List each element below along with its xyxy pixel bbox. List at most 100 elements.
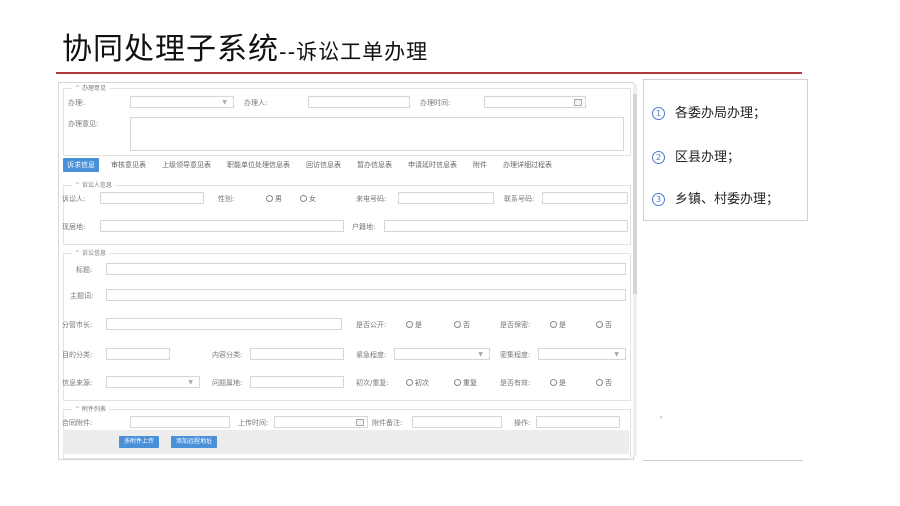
valid-yes-radio[interactable]: 是 [550, 378, 566, 388]
add-link-button[interactable]: 添加远程地址 [171, 436, 218, 448]
upload-time-input[interactable] [274, 416, 368, 428]
radio-icon [596, 379, 603, 386]
confidential-select[interactable]: ▼ [538, 348, 626, 360]
right-divider [643, 460, 803, 461]
ticket-form-panel: ^ 办理意见 办理: ▼ 办理人: 办理时间: 办理意见: 诉求信息 审核意见表 上级… [58, 82, 634, 460]
tab-unit-processing[interactable]: 职能单位处理信息表 [223, 158, 294, 172]
contact-phone-input[interactable] [542, 192, 628, 204]
subject-input[interactable] [106, 289, 626, 301]
form-scrollbar[interactable] [633, 84, 637, 456]
household-label: 户籍地: [352, 223, 376, 231]
radio-icon [454, 379, 461, 386]
secret-yes-radio[interactable]: 是 [550, 320, 566, 330]
gender-label: 性别: [218, 195, 235, 203]
slide-title-main: 协同处理子系统 [62, 32, 279, 67]
valid-label: 是否有效: [500, 379, 531, 387]
collapse-icon[interactable]: ^ [75, 182, 80, 189]
remark-label: 附件备注: [372, 419, 403, 427]
valid-no-radio[interactable]: 否 [596, 378, 612, 388]
opinion-textarea[interactable] [130, 117, 624, 151]
first-radio[interactable]: 初次 [406, 378, 429, 388]
tab-request-info[interactable]: 诉求信息 [63, 158, 99, 172]
radio-icon [300, 195, 307, 202]
handler-input[interactable] [308, 96, 410, 108]
chevron-down-icon: ▼ [478, 351, 483, 358]
circled-three-icon: 3 [652, 193, 665, 206]
urgency-select[interactable]: ▼ [394, 348, 490, 360]
mayor-label: 分管市长: [62, 321, 93, 329]
content-input[interactable] [250, 348, 344, 360]
repeat-radio[interactable]: 重复 [454, 378, 477, 388]
litigant-legend: ^ 诉讼人信息 [72, 180, 116, 189]
content-label: 内容分类: [212, 351, 243, 359]
radio-icon [454, 321, 461, 328]
urgency-label: 紧急程度: [356, 351, 387, 359]
secret-no-radio[interactable]: 否 [596, 320, 612, 330]
complaint-title-input[interactable] [106, 263, 626, 275]
public-yes-radio[interactable]: 是 [406, 320, 422, 330]
handle-label: 办理: [68, 99, 85, 107]
mayor-input[interactable] [106, 318, 342, 330]
cursor-mark-icon: ʿ [660, 416, 663, 426]
location-input[interactable] [250, 376, 344, 388]
upload-time-label: 上传时间: [238, 419, 269, 427]
tab-extension-info[interactable]: 申请延时信息表 [404, 158, 461, 172]
tab-attachments[interactable]: 附件 [469, 158, 491, 172]
slide-title-sub: --诉讼工单办理 [279, 40, 429, 64]
chevron-down-icon: ▼ [188, 379, 193, 386]
operation-input[interactable] [536, 416, 620, 428]
collapse-icon[interactable]: ^ [75, 85, 80, 92]
collapse-icon[interactable]: ^ [75, 250, 80, 257]
subject-label: 主题词: [70, 292, 94, 300]
calendar-icon[interactable] [574, 99, 582, 106]
opinion-label: 办理意见: [68, 120, 99, 128]
chevron-down-icon: ▼ [222, 99, 227, 106]
first-repeat-label: 初次/重复: [356, 379, 389, 387]
level-item: 2 区县办理； [652, 146, 740, 165]
complaint-fieldset: ^ 诉讼信息 标题: 主题词: 分管市长: 是否公开: 是 否 是否保密: 是 否… [62, 248, 631, 401]
handle-select[interactable]: ▼ [130, 96, 234, 108]
tab-process-detail[interactable]: 办理详细过程表 [499, 158, 556, 172]
chevron-down-icon: ▼ [614, 351, 619, 358]
tab-bar: 诉求信息 审核意见表 上级领导意见表 职能单位处理信息表 回访信息表 暂办信息表 申请延时信… [63, 158, 564, 172]
radio-icon [550, 321, 557, 328]
public-no-radio[interactable]: 否 [454, 320, 470, 330]
handle-time-label: 办理时间: [420, 99, 451, 107]
confidential-label: 密集程度: [500, 351, 531, 359]
litigant-name-input[interactable] [100, 192, 204, 204]
household-input[interactable] [384, 220, 628, 232]
handling-fieldset: ^ 办理意见 办理: ▼ 办理人: 办理时间: 办理意见: [63, 83, 631, 156]
source-label: 信息来源: [62, 379, 93, 387]
public-label: 是否公开: [356, 321, 387, 329]
radio-icon [266, 195, 273, 202]
remark-input[interactable] [412, 416, 502, 428]
file-label: 合同附件: [62, 419, 93, 427]
incoming-phone-input[interactable] [398, 192, 494, 204]
contact-phone-label: 联系号码: [504, 195, 535, 203]
gender-female-radio[interactable]: 女 [300, 194, 316, 204]
collapse-icon[interactable]: ^ [75, 406, 80, 413]
multi-upload-button[interactable]: 多附件上传 [119, 436, 160, 448]
level-item: 3 乡镇、村委办理； [652, 188, 779, 207]
tab-revisit-info[interactable]: 回访信息表 [302, 158, 345, 172]
tab-leader-opinion[interactable]: 上级领导意见表 [158, 158, 215, 172]
title-divider [56, 72, 802, 74]
handle-time-input[interactable] [484, 96, 586, 108]
file-input[interactable] [130, 416, 230, 428]
residence-input[interactable] [100, 220, 344, 232]
handler-label: 办理人: [244, 99, 268, 107]
scrollbar-thumb[interactable] [633, 94, 637, 294]
residence-label: 现居地: [62, 223, 86, 231]
tab-review-opinion[interactable]: 审核意见表 [107, 158, 150, 172]
radio-icon [406, 379, 413, 386]
attachments-legend: ^ 附件列表 [72, 404, 110, 413]
calendar-icon[interactable] [356, 419, 364, 426]
operation-label: 操作: [514, 419, 531, 427]
radio-icon [406, 321, 413, 328]
handling-legend: ^ 办理意见 [72, 83, 110, 92]
tab-pending-info[interactable]: 暂办信息表 [353, 158, 396, 172]
source-select[interactable]: ▼ [106, 376, 200, 388]
gender-male-radio[interactable]: 男 [266, 194, 282, 204]
purpose-input[interactable] [106, 348, 170, 360]
secret-label: 是否保密: [500, 321, 531, 329]
